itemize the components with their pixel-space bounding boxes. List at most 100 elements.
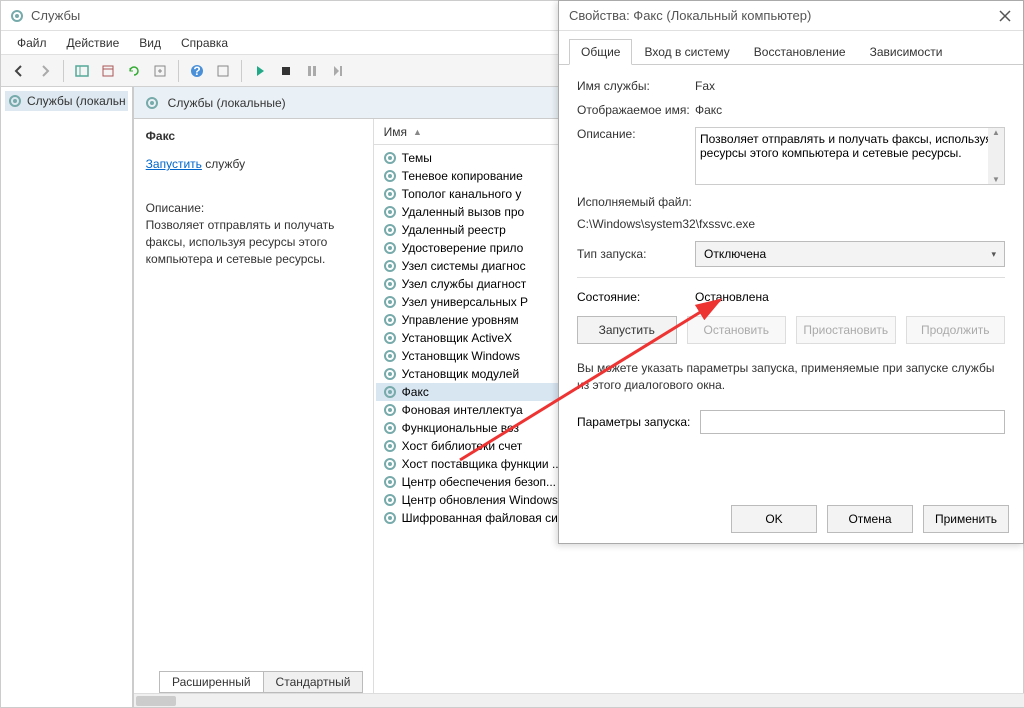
- menu-help[interactable]: Справка: [171, 34, 238, 52]
- menu-action[interactable]: Действие: [57, 34, 130, 52]
- tree-pane: Службы (локальн: [1, 87, 134, 707]
- display-name-label: Отображаемое имя:: [577, 103, 695, 117]
- dialog-title: Свойства: Факс (Локальный компьютер): [559, 1, 1023, 31]
- gear-icon: [382, 492, 398, 508]
- detail-pane: Факс Запустить службу Описание: Позволяе…: [134, 119, 374, 707]
- toolbar-separator: [178, 60, 179, 82]
- gear-icon: [382, 456, 398, 472]
- service-name: Узел системы диагнос: [402, 259, 526, 273]
- stop-service-button[interactable]: [274, 59, 298, 83]
- tab-dependencies[interactable]: Зависимости: [858, 39, 955, 64]
- properties-button[interactable]: [96, 59, 120, 83]
- gear-icon: [382, 204, 398, 220]
- service-name: Управление уровням: [402, 313, 519, 327]
- divider: [577, 277, 1005, 278]
- export-button[interactable]: [148, 59, 172, 83]
- service-name: Узел универсальных P: [402, 295, 528, 309]
- tab-logon[interactable]: Вход в систему: [632, 39, 741, 64]
- gear-icon: [382, 510, 398, 526]
- tab-recovery[interactable]: Восстановление: [742, 39, 858, 64]
- gear-icon: [382, 366, 398, 382]
- toolbar-separator: [63, 60, 64, 82]
- description-text: Позволяет отправлять и получать факсы, и…: [146, 217, 361, 267]
- service-name-value: Fax: [695, 79, 1005, 93]
- gear-icon: [382, 402, 398, 418]
- toolbar-separator: [241, 60, 242, 82]
- properties-dialog: Свойства: Факс (Локальный компьютер) Общ…: [558, 0, 1024, 544]
- startup-note: Вы можете указать параметры запуска, при…: [577, 360, 1005, 394]
- service-name: Хост поставщика функции ...: [402, 457, 562, 471]
- pause-service-button[interactable]: [300, 59, 324, 83]
- service-name: Факс: [402, 385, 429, 399]
- svg-text:?: ?: [193, 64, 200, 78]
- tree-root[interactable]: Службы (локальн: [5, 91, 128, 111]
- service-name: Установщик ActiveX: [402, 331, 512, 345]
- gear-icon: [382, 474, 398, 490]
- state-value: Остановлена: [695, 290, 769, 304]
- start-link-row: Запустить службу: [146, 157, 361, 171]
- tab-extended[interactable]: Расширенный: [159, 671, 264, 693]
- column-name[interactable]: Имя▲: [384, 125, 422, 139]
- gear-icon: [382, 168, 398, 184]
- service-control-buttons: Запустить Остановить Приостановить Продо…: [577, 316, 1005, 344]
- refresh-button[interactable]: [122, 59, 146, 83]
- description-label: Описание:: [577, 127, 695, 141]
- tree-root-label: Службы (локальн: [27, 94, 126, 108]
- service-name: Хост библиотеки счет: [402, 439, 523, 453]
- gear-icon: [382, 150, 398, 166]
- stop-button: Остановить: [687, 316, 787, 344]
- gear-icon: [382, 222, 398, 238]
- back-button[interactable]: [7, 59, 31, 83]
- gear-icon: [382, 258, 398, 274]
- horizontal-scrollbar[interactable]: [134, 693, 1024, 707]
- tab-standard[interactable]: Стандартный: [263, 671, 364, 693]
- help-button[interactable]: ?: [185, 59, 209, 83]
- service-name: Центр обеспечения безоп...: [402, 475, 556, 489]
- service-name: Фоновая интеллектуа: [402, 403, 523, 417]
- scrollbar[interactable]: ▲▼: [988, 128, 1004, 184]
- startup-type-select[interactable]: Отключена ▾: [695, 241, 1005, 267]
- dialog-body: Имя службы: Fax Отображаемое имя: Факс О…: [559, 65, 1023, 448]
- gear-icon: [7, 93, 23, 109]
- action-button[interactable]: [211, 59, 235, 83]
- gear-icon: [382, 276, 398, 292]
- service-name: Удостоверение прило: [402, 241, 524, 255]
- service-name: Установщик модулей: [402, 367, 519, 381]
- display-name-value: Факс: [695, 103, 1005, 117]
- menu-file[interactable]: Файл: [7, 34, 57, 52]
- chevron-up-icon[interactable]: ▲: [992, 128, 1000, 137]
- startup-type-value: Отключена: [704, 247, 766, 261]
- tab-general[interactable]: Общие: [569, 39, 632, 65]
- scrollbar-thumb[interactable]: [136, 696, 176, 706]
- chevron-down-icon[interactable]: ▼: [992, 175, 1000, 184]
- exe-path: C:\Windows\system32\fxssvc.exe: [577, 217, 755, 231]
- cancel-button[interactable]: Отмена: [827, 505, 913, 533]
- gear-icon: [9, 8, 25, 24]
- service-name: Удаленный реестр: [402, 223, 506, 237]
- resume-button: Продолжить: [906, 316, 1006, 344]
- start-button[interactable]: Запустить: [577, 316, 677, 344]
- apply-button[interactable]: Применить: [923, 505, 1009, 533]
- gear-icon: [382, 384, 398, 400]
- close-button[interactable]: [993, 5, 1017, 27]
- forward-button[interactable]: [33, 59, 57, 83]
- start-service-link[interactable]: Запустить: [146, 157, 202, 171]
- gear-icon: [382, 312, 398, 328]
- menu-view[interactable]: Вид: [129, 34, 171, 52]
- service-name: Удаленный вызов про: [402, 205, 525, 219]
- gear-icon: [382, 330, 398, 346]
- service-name: Центр обновления Windows: [402, 493, 558, 507]
- show-hide-button[interactable]: [70, 59, 94, 83]
- chevron-down-icon: ▾: [991, 249, 996, 260]
- gear-icon: [382, 348, 398, 364]
- start-after-text: службу: [202, 157, 245, 171]
- sort-chevron-icon: ▲: [413, 127, 422, 137]
- startup-params-input[interactable]: [700, 410, 1005, 434]
- service-name: Тополог канального у: [402, 187, 522, 201]
- ok-button[interactable]: OK: [731, 505, 817, 533]
- exe-label: Исполняемый файл:: [577, 195, 692, 209]
- selected-service-name: Факс: [146, 129, 361, 143]
- start-service-button[interactable]: [248, 59, 272, 83]
- gear-icon: [144, 95, 160, 111]
- restart-service-button[interactable]: [326, 59, 350, 83]
